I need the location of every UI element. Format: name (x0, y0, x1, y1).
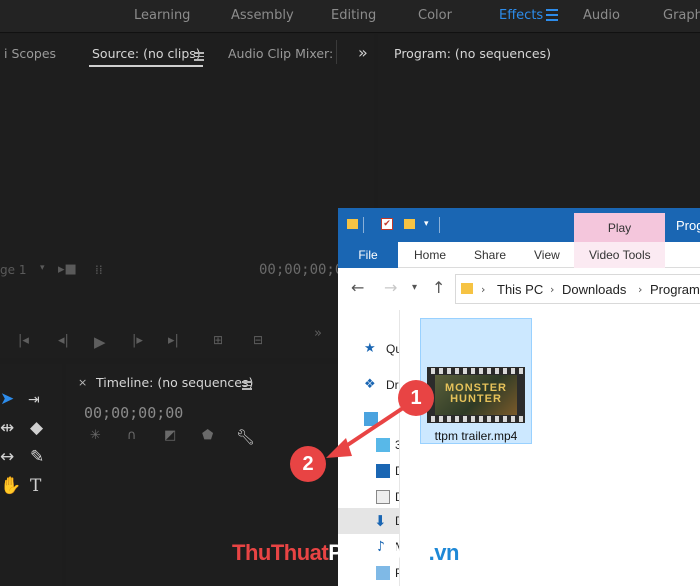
nav-item-documents[interactable]: D (338, 484, 399, 510)
linked-selection-icon[interactable]: ◩ (164, 428, 176, 443)
folder-icon (347, 219, 358, 229)
play-tab-label: Play (607, 221, 632, 235)
quick-access-dropdown-icon[interactable]: ▾ (424, 219, 429, 229)
timeline-menu-icon[interactable] (242, 379, 252, 390)
ribbon-tab-file[interactable]: File (338, 242, 398, 268)
tab-source[interactable]: Source: (no clips) (92, 46, 201, 61)
step-forward-icon[interactable]: |▸ (132, 333, 143, 348)
properties-icon[interactable]: ✔ (381, 218, 393, 230)
play-contextual-tab[interactable]: Play (574, 213, 665, 242)
nav-item-downloads[interactable]: ⬇ D (338, 508, 399, 534)
go-to-out-icon[interactable]: ▸| (168, 333, 179, 348)
back-arrow-icon[interactable]: ← (351, 278, 364, 297)
nav-item-3d-objects[interactable]: 3 (338, 432, 399, 458)
close-icon[interactable]: × (78, 376, 87, 389)
recent-locations-icon[interactable]: ▾ (412, 282, 417, 293)
desktop-icon (376, 464, 390, 478)
nav-item-this-pc[interactable] (338, 406, 399, 432)
pictures-icon (376, 566, 390, 580)
workspace-tab-effects[interactable]: Effects (499, 8, 543, 23)
explorer-titlebar: ✔ ▾ Play Prog (338, 208, 700, 242)
drag-audio-icon[interactable]: ⁞⁞ (95, 263, 103, 277)
video-thumbnail: MONSTER HUNTER (427, 367, 525, 423)
address-bar-row: ← → ▾ ↑ › This PC › Downloads › Program (338, 268, 700, 310)
razor-tool-icon[interactable]: ◆ (30, 420, 43, 437)
tab-lumetri-scopes[interactable]: i Scopes (4, 46, 56, 61)
breadcrumb-this-pc[interactable]: This PC (497, 282, 543, 297)
download-arrow-icon: ⬇ (374, 512, 387, 530)
chevron-down-icon[interactable]: ▾ (40, 263, 45, 273)
wrench-icon[interactable]: 🔧︎ (236, 428, 255, 446)
nav-item-desktop[interactable]: D (338, 458, 399, 484)
new-folder-icon[interactable] (404, 219, 415, 229)
ribbon-tab-share[interactable]: Share (474, 248, 506, 262)
chevron-right-icon[interactable]: › (638, 283, 642, 296)
breadcrumb-program[interactable]: Program (650, 282, 700, 297)
ribbon-tab-home[interactable]: Home (414, 248, 446, 262)
workspace-tab-learning[interactable]: Learning (134, 8, 190, 23)
tab-audio-clip-mixer[interactable]: Audio Clip Mixer: (228, 46, 333, 61)
overwrite-icon[interactable]: ⊟ (253, 333, 263, 347)
selection-tool-icon[interactable]: ➤ (0, 391, 14, 408)
3d-objects-icon (376, 438, 390, 452)
play-icon[interactable]: ▶ (94, 333, 106, 351)
ribbon-tab-video-tools[interactable]: Video Tools (589, 248, 651, 262)
workspace-tab-audio[interactable]: Audio (583, 8, 620, 23)
up-arrow-icon[interactable]: ↑ (432, 278, 445, 297)
marker-icon[interactable]: ⬟ (202, 428, 213, 443)
insert-icon[interactable]: ⊞ (213, 333, 223, 347)
source-timecode: 00;00;00;0 (259, 262, 344, 278)
nav-item-quick-access[interactable]: ★ Qu (338, 336, 399, 362)
chevron-right-icon[interactable]: › (550, 283, 554, 296)
pen-tool-icon[interactable]: ✎ (30, 449, 44, 466)
file-name: ttpm trailer.mp4 (434, 429, 518, 443)
source-monitor-panel: i Scopes Source: (no clips) Audio Clip M… (0, 34, 374, 358)
workspace-menu-icon[interactable] (546, 6, 558, 21)
tab-divider (336, 40, 337, 64)
forward-arrow-icon[interactable]: → (384, 278, 397, 297)
snap-icon[interactable]: ∩ (127, 428, 137, 443)
file-item-video[interactable]: MONSTER HUNTER ttpm trailer.mp4 (420, 318, 532, 444)
active-tab-underline (89, 65, 203, 67)
insert-clip-icon[interactable]: ▸■ (58, 262, 77, 277)
folder-icon (461, 283, 473, 294)
document-icon (376, 490, 390, 504)
page-select[interactable]: ge 1 (0, 263, 26, 277)
chevron-right-icon[interactable]: › (481, 283, 485, 296)
breadcrumb-downloads[interactable]: Downloads (562, 282, 626, 297)
panel-overflow-icon[interactable]: » (358, 43, 368, 62)
slip-tool-icon[interactable]: ↔ (0, 449, 14, 466)
ribbon-tab-view[interactable]: View (534, 248, 560, 262)
tab-program[interactable]: Program: (no sequences) (394, 46, 551, 61)
workspace-tab-graphics[interactable]: Graphi (663, 8, 700, 23)
file-explorer-window: ✔ ▾ Play Prog File Home Share View Video… (338, 208, 700, 586)
more-controls-icon[interactable]: » (314, 326, 322, 341)
workspace-tab-editing[interactable]: Editing (331, 8, 376, 23)
tab-timeline[interactable]: Timeline: (no sequences) (96, 375, 253, 390)
address-bar[interactable]: › This PC › Downloads › Program (455, 274, 700, 304)
window-title: Prog (676, 218, 700, 233)
computer-icon (364, 412, 378, 426)
hand-tool-icon[interactable]: ✋ (0, 478, 21, 495)
step-back-icon[interactable]: ◂| (58, 333, 69, 348)
explorer-ribbon: File Home Share View Video Tools (338, 242, 700, 268)
step-marker-1: 1 (398, 380, 434, 416)
source-panel-menu-icon[interactable] (194, 50, 204, 61)
thumbnail-title: MONSTER HUNTER (445, 382, 507, 405)
nav-item-dropbox[interactable]: ❖ Dr (338, 372, 399, 398)
workspace-bar: Learning Assembly Editing Color Effects … (0, 0, 700, 33)
timeline-timecode: 00;00;00;00 (84, 404, 184, 422)
nest-icon[interactable]: ✳ (90, 428, 101, 443)
star-icon: ★ (364, 341, 376, 356)
workspace-tab-color[interactable]: Color (418, 8, 452, 23)
watermark: ThuThuatPhanMem.vn (232, 540, 459, 565)
type-tool-icon[interactable]: T (30, 478, 41, 495)
ripple-edit-icon[interactable]: ⇹ (0, 420, 14, 437)
dropbox-icon: ❖ (364, 377, 376, 392)
source-panel-header: i Scopes Source: (no clips) Audio Clip M… (0, 34, 374, 67)
step-marker-2: 2 (290, 446, 326, 482)
track-select-icon[interactable]: ⇥ (28, 392, 40, 409)
go-to-in-icon[interactable]: |◂ (18, 333, 29, 348)
workspace-tab-assembly[interactable]: Assembly (231, 8, 294, 23)
